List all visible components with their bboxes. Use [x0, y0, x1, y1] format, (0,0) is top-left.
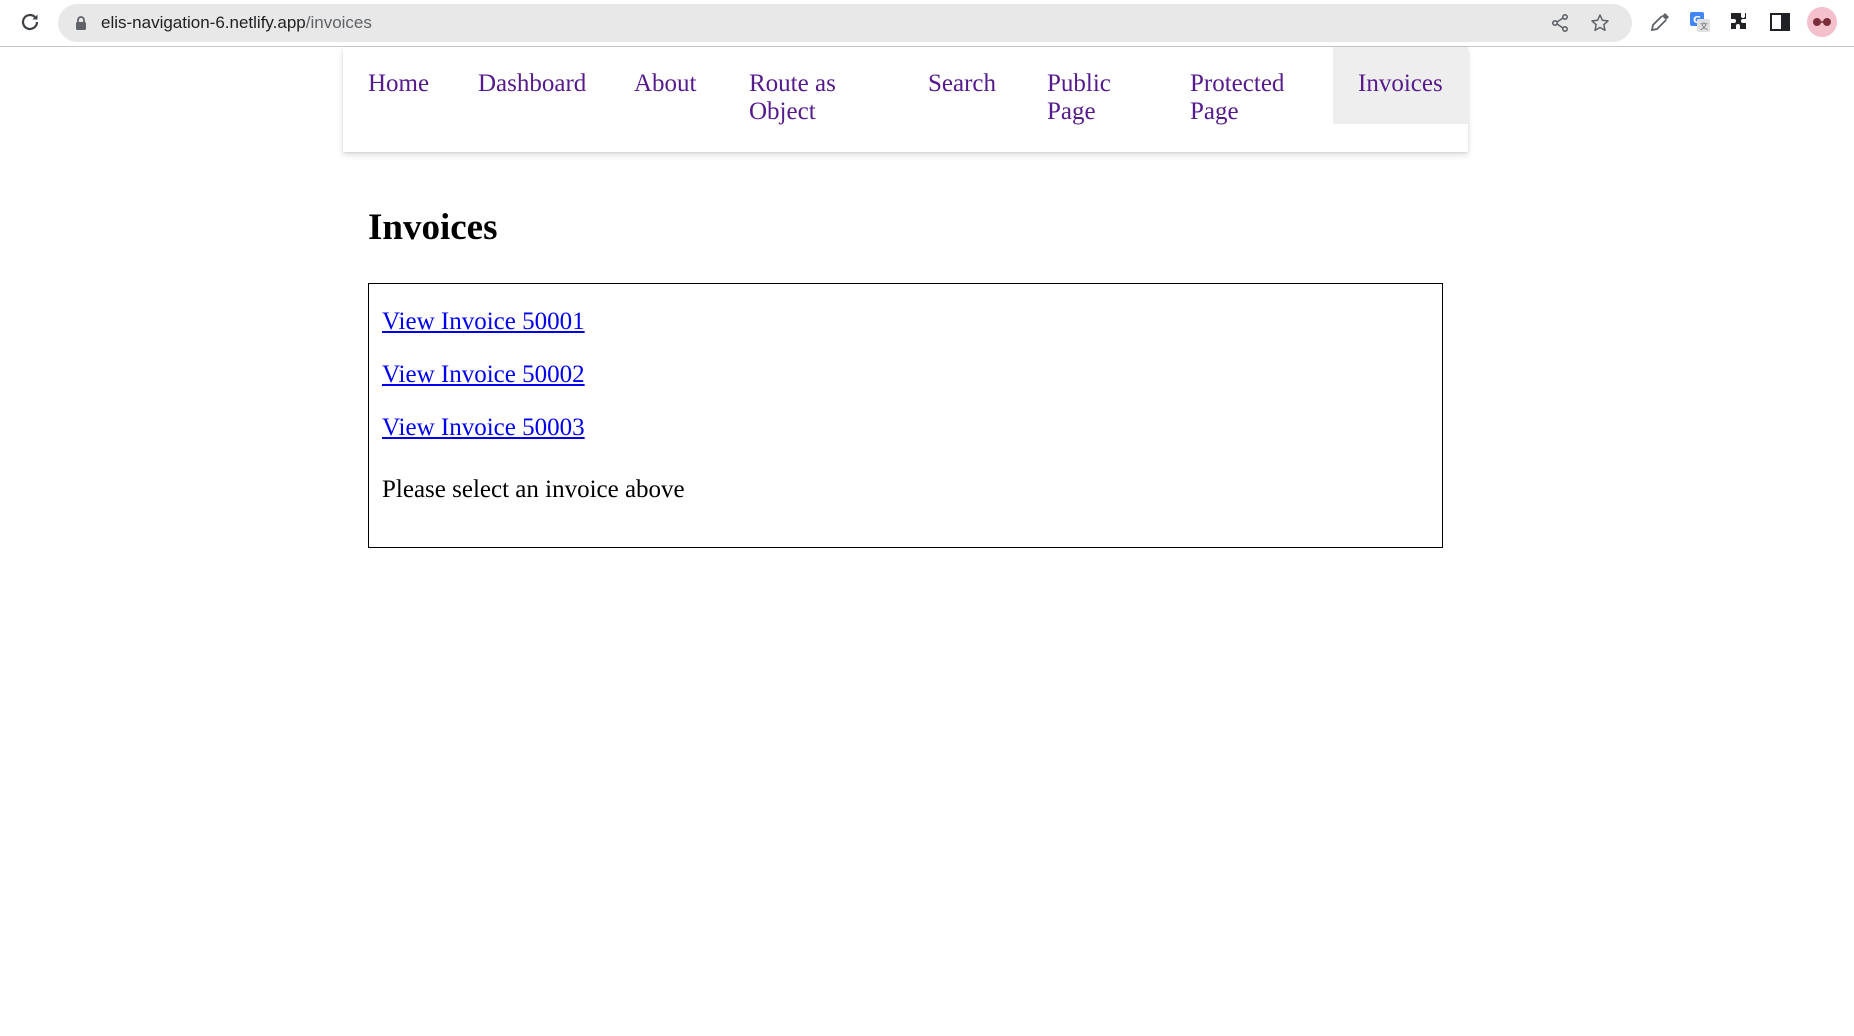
url-path: /invoices — [305, 13, 372, 32]
page-title: Invoices — [368, 207, 498, 248]
glasses-icon — [1813, 18, 1831, 26]
invoice-link-50003[interactable]: View Invoice 50003 — [382, 413, 585, 443]
invoice-link-50001[interactable]: View Invoice 50001 — [382, 307, 585, 337]
main-nav: Home Dashboard About Route as Object Sea… — [343, 47, 1468, 152]
translate-icon[interactable]: G 文 — [1688, 10, 1712, 34]
svg-text:文: 文 — [1700, 21, 1708, 31]
star-icon[interactable] — [1590, 13, 1610, 33]
address-bar[interactable]: elis-navigation-6.netlify.app/invoices — [58, 4, 1632, 42]
nav-item-route-as-object[interactable]: Route as Object — [724, 47, 902, 125]
nav-item-invoices[interactable]: Invoices — [1333, 47, 1468, 124]
extensions-icon[interactable] — [1728, 10, 1752, 34]
nav-item-home[interactable]: Home — [343, 47, 453, 124]
share-icon[interactable] — [1550, 13, 1570, 33]
invoice-link-50002[interactable]: View Invoice 50002 — [382, 360, 585, 390]
select-invoice-message: Please select an invoice above — [382, 476, 685, 503]
reload-icon[interactable] — [18, 10, 42, 34]
nav-item-dashboard[interactable]: Dashboard — [453, 47, 609, 124]
lock-icon[interactable] — [73, 15, 89, 31]
side-panel-icon[interactable] — [1768, 10, 1792, 34]
url-host: elis-navigation-6.netlify.app — [101, 13, 306, 32]
nav-item-search[interactable]: Search — [903, 47, 1023, 124]
nav-item-public-page[interactable]: Public Page — [1022, 47, 1142, 125]
url-text[interactable]: elis-navigation-6.netlify.app/invoices — [101, 4, 372, 42]
nav-item-protected-page[interactable]: Protected Page — [1165, 47, 1305, 125]
invoice-list-panel: View Invoice 50001 View Invoice 50002 Vi… — [368, 283, 1443, 548]
browser-toolbar: elis-navigation-6.netlify.app/invoices G… — [0, 0, 1854, 47]
profile-avatar[interactable] — [1807, 7, 1837, 37]
nav-item-about[interactable]: About — [609, 47, 721, 124]
eyedropper-icon[interactable] — [1648, 10, 1672, 34]
